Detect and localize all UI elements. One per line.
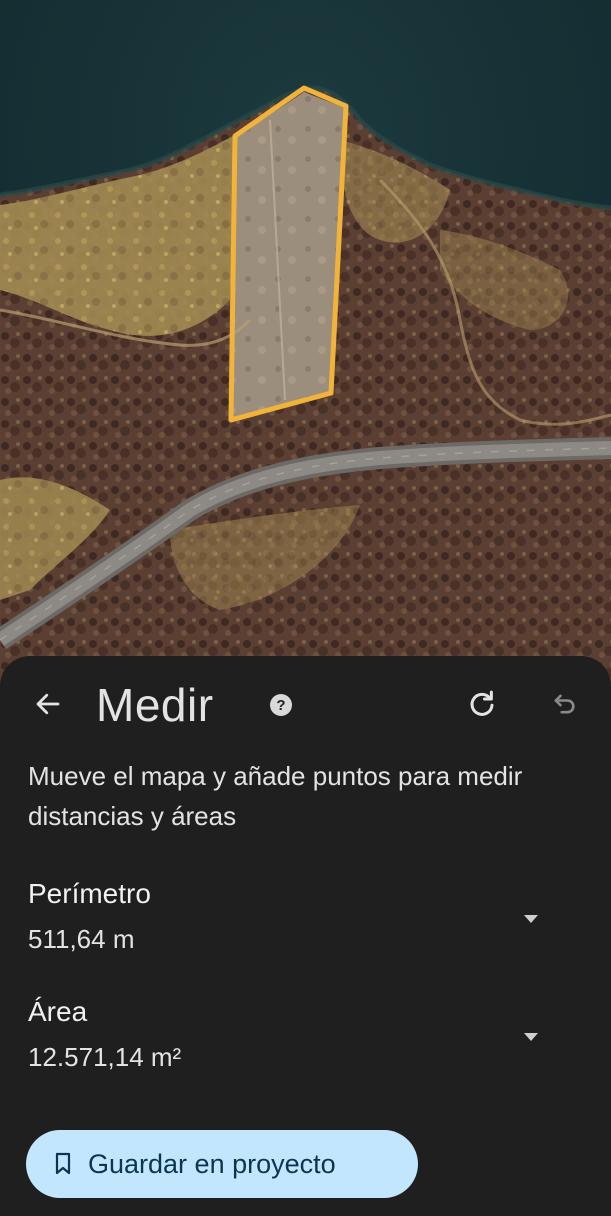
redo-icon: [467, 689, 497, 724]
chevron-down-icon[interactable]: [520, 908, 542, 930]
save-to-project-button[interactable]: Guardar en proyecto: [26, 1130, 418, 1198]
sheet-header: Medir ?: [0, 656, 611, 756]
perimeter-label: Perímetro: [28, 878, 151, 909]
instructions-text: Mueve el mapa y añade puntos para medir …: [28, 761, 523, 831]
chevron-down-icon[interactable]: [520, 1026, 542, 1048]
area-row[interactable]: Área 12.571,14 m²: [0, 996, 611, 1096]
map-canvas[interactable]: [0, 0, 611, 700]
area-label: Área: [28, 996, 88, 1027]
measure-sheet: Medir ? Mueve el mapa y añade puntos par…: [0, 656, 611, 1216]
page-title: Medir: [96, 679, 214, 731]
undo-button[interactable]: [544, 686, 584, 726]
perimeter-value: 511,64 m: [28, 924, 135, 954]
arrow-left-icon: [33, 689, 63, 724]
perimeter-row[interactable]: Perímetro 511,64 m: [0, 878, 611, 978]
satellite-map[interactable]: [0, 0, 611, 700]
help-circle-icon: ?: [269, 693, 293, 722]
area-value: 12.571,14 m²: [28, 1042, 182, 1072]
bookmark-icon: [52, 1151, 74, 1177]
redo-button[interactable]: [462, 686, 502, 726]
save-button-label: Guardar en proyecto: [88, 1148, 336, 1179]
back-button[interactable]: [28, 686, 68, 726]
bare-ground-plot: [232, 92, 345, 418]
undo-icon: [550, 690, 578, 723]
svg-text:?: ?: [276, 697, 285, 714]
help-button[interactable]: ?: [268, 693, 294, 722]
